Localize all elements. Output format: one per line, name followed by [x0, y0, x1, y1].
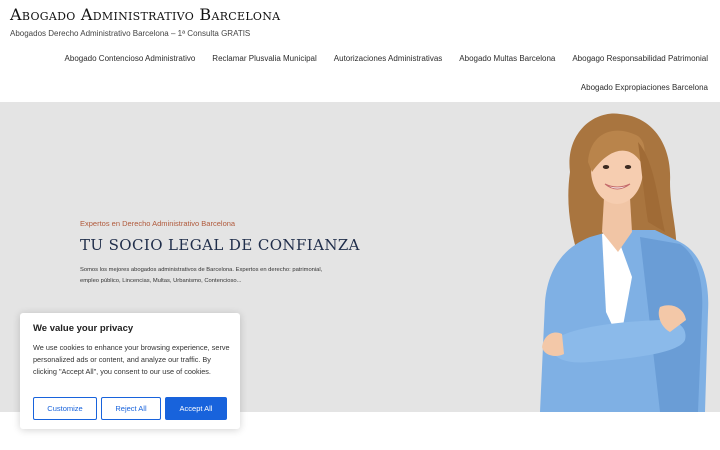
cookie-title: We value your privacy — [33, 323, 134, 334]
nav-item-expropiaciones[interactable]: Abogado Expropiaciones Barcelona — [564, 83, 708, 92]
businesswoman-portrait-icon — [540, 113, 709, 412]
customize-button[interactable]: Customize — [33, 397, 97, 420]
nav-item-responsabilidad[interactable]: Abogago Responsabilidad Patrimonial — [555, 54, 708, 63]
site-title[interactable]: Abogado Administrativo Barcelona — [10, 5, 280, 24]
reject-all-button[interactable]: Reject All — [101, 397, 161, 420]
nav-item-multas[interactable]: Abogado Multas Barcelona — [442, 54, 555, 63]
accept-all-button[interactable]: Accept All — [165, 397, 227, 420]
cookie-text: We use cookies to enhance your browsing … — [33, 343, 230, 376]
nav-row-2: Abogado Expropiaciones Barcelona — [564, 83, 708, 92]
cookie-consent-banner: We value your privacy We use cookies to … — [20, 313, 240, 429]
hero-title: TU SOCIO LEGAL DE CONFIANZA — [80, 236, 360, 254]
nav-item-contencioso[interactable]: Abogado Contencioso Administrativo — [48, 54, 196, 63]
nav-row-1: Abogado Contencioso Administrativo Recla… — [48, 54, 708, 63]
hero-kicker: Expertos en Derecho Administrativo Barce… — [80, 219, 236, 228]
site-header: Abogado Administrativo Barcelona Abogado… — [0, 0, 720, 102]
nav-item-plusvalia[interactable]: Reclamar Plusvalia Municipal — [195, 54, 316, 63]
site-tagline: Abogados Derecho Administrativo Barcelon… — [10, 29, 251, 38]
nav-item-autorizaciones[interactable]: Autorizaciones Administrativas — [317, 54, 443, 63]
hero-description: Somos los mejores abogados administrativ… — [80, 267, 323, 284]
